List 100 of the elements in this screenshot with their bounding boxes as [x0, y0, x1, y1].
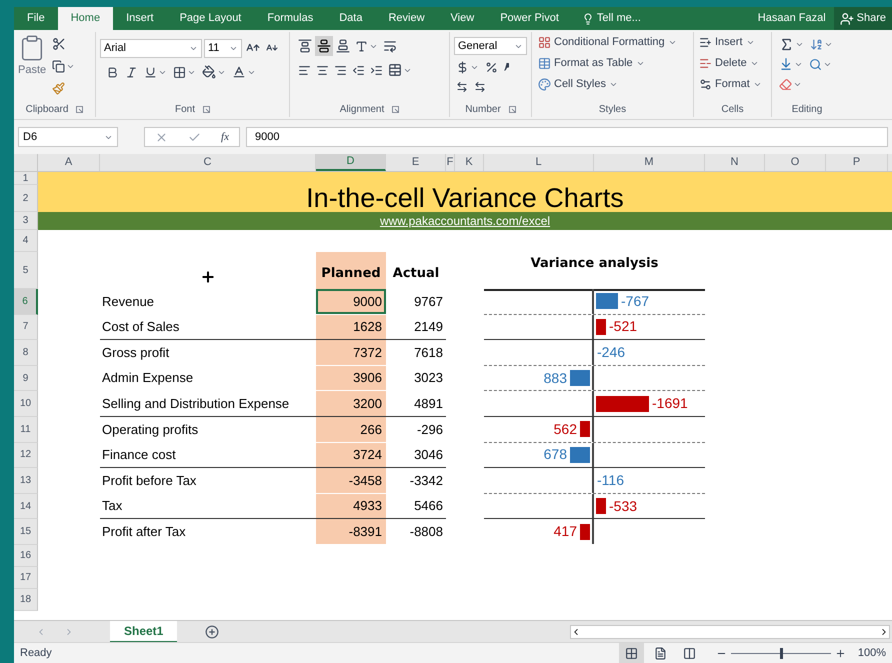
dropdown-caret-icon[interactable]: [750, 59, 759, 68]
line-item-label: Gross profit: [102, 344, 170, 362]
row-header[interactable]: 9: [14, 366, 38, 392]
column-header[interactable]: P: [826, 154, 888, 171]
ribbon-group-label: Number: [465, 102, 501, 116]
column-header[interactable]: F: [446, 154, 455, 171]
dialog-launcher-icon[interactable]: [508, 106, 516, 112]
ribbon-tab[interactable]: Review: [375, 7, 438, 30]
row-header[interactable]: 11: [14, 416, 38, 443]
tell-me-search[interactable]: Tell me...: [572, 7, 651, 30]
name-box[interactable]: D6: [18, 127, 118, 147]
zoom-slider[interactable]: [730, 647, 831, 659]
row-header[interactable]: 12: [14, 442, 38, 468]
row-header[interactable]: 14: [14, 494, 38, 520]
row-header[interactable]: 10: [14, 391, 38, 417]
cursor-icon: [200, 269, 216, 285]
cells-menu-button[interactable]: Insert: [699, 32, 766, 53]
planned-cell[interactable]: 3906: [316, 366, 386, 390]
line-item-label: Finance cost: [102, 446, 176, 464]
column-header[interactable]: A: [38, 154, 100, 171]
column-heading: Actual: [392, 264, 440, 282]
actual-cell-text: 9767: [413, 292, 444, 311]
column-header[interactable]: M: [594, 154, 705, 171]
status-text: Ready: [20, 646, 52, 661]
check-icon[interactable]: [188, 130, 202, 144]
dialog-launcher-icon[interactable]: [76, 106, 84, 112]
planned-cell[interactable]: 7372: [316, 340, 386, 365]
row-header[interactable]: 15: [14, 519, 38, 545]
dialog-launcher-icon[interactable]: [392, 106, 400, 112]
horizontal-scrollbar[interactable]: [570, 624, 890, 638]
row-header[interactable]: 3: [14, 212, 38, 230]
planned-cell[interactable]: -3458: [316, 468, 386, 493]
paste-button[interactable]: Paste: [18, 32, 46, 98]
styles-menu-button[interactable]: Cell Styles: [538, 74, 687, 95]
row-header[interactable]: 1: [14, 172, 38, 185]
zoom-percentage[interactable]: 100%: [858, 644, 886, 662]
dropdown-caret-icon[interactable]: [746, 38, 755, 47]
table-icon: [538, 57, 551, 70]
actual-cell-text: 4891: [413, 394, 444, 413]
planned-cell[interactable]: 3724: [316, 442, 386, 468]
sheet-tab[interactable]: Sheet1: [110, 620, 178, 642]
font-size-field[interactable]: 11: [204, 38, 242, 58]
cancel-icon[interactable]: [155, 130, 168, 144]
row-header[interactable]: 16: [14, 544, 38, 567]
formula-input[interactable]: 9000: [246, 127, 888, 147]
ribbon-group-label: Styles: [598, 102, 626, 116]
styles-menu-button[interactable]: Format as Table: [538, 53, 687, 74]
planned-cell[interactable]: 266: [316, 416, 386, 442]
ribbon-tab[interactable]: Formulas: [254, 7, 326, 30]
row-header[interactable]: 13: [14, 468, 38, 494]
dropdown-caret-icon[interactable]: [636, 59, 645, 68]
styles-menu-button[interactable]: Conditional Formatting: [538, 32, 687, 53]
variance-value: -246: [597, 342, 626, 362]
ribbon-tab[interactable]: Insert: [113, 7, 167, 30]
dropdown-caret-icon[interactable]: [752, 80, 762, 89]
planned-cell[interactable]: 3200: [316, 391, 386, 416]
actual-cell-text: 3046: [413, 446, 444, 464]
row-header[interactable]: 5: [14, 252, 38, 289]
column-header[interactable]: K: [455, 154, 484, 171]
ribbon-group-label: Alignment: [340, 102, 384, 116]
share-button[interactable]: Share: [834, 7, 892, 30]
middle-align-button[interactable]: [315, 36, 333, 56]
ribbon-tab[interactable]: Page Layout: [166, 7, 254, 30]
planned-cell[interactable]: 9000: [316, 289, 386, 314]
dialog-launcher-icon[interactable]: [203, 106, 210, 112]
font-name-field[interactable]: Arial: [100, 38, 202, 58]
column-header[interactable]: N: [705, 154, 765, 171]
planned-cell[interactable]: -8391: [316, 519, 386, 544]
add-sheet-icon[interactable]: [205, 624, 220, 638]
insert-function-button[interactable]: fx: [221, 128, 229, 146]
line-item-label: Profit before Tax: [102, 472, 196, 490]
column-header[interactable]: L: [484, 154, 594, 171]
cells-menu-button[interactable]: Format: [699, 74, 766, 95]
dropdown-caret-icon[interactable]: [668, 38, 677, 47]
ribbon-tab[interactable]: Home: [58, 7, 114, 30]
row-header[interactable]: 2: [14, 185, 38, 212]
column-header[interactable]: O: [765, 154, 826, 171]
ribbon-tab[interactable]: File: [14, 7, 58, 30]
ribbon-tab[interactable]: Data: [326, 7, 376, 30]
row-header[interactable]: 7: [14, 314, 38, 340]
ribbon-tab[interactable]: Power Pivot: [487, 7, 572, 30]
zoom-in-icon[interactable]: [834, 648, 846, 658]
fill-down-icon: [779, 57, 793, 71]
zoom-slider-thumb[interactable]: [780, 648, 783, 658]
normal-view-button[interactable]: [618, 643, 644, 663]
planned-cell[interactable]: 1628: [316, 314, 386, 340]
row-header[interactable]: 4: [14, 230, 38, 252]
ribbon-tab[interactable]: View: [438, 7, 488, 30]
dropdown-caret-icon[interactable]: [608, 80, 618, 89]
paint-bucket-icon: [202, 65, 216, 79]
website-link[interactable]: www.pakaccountants.com/excel: [380, 212, 550, 230]
column-header[interactable]: D: [316, 154, 386, 171]
row-header[interactable]: 17: [14, 566, 38, 589]
planned-cell[interactable]: 4933: [316, 494, 386, 518]
cells-menu-button[interactable]: Delete: [699, 53, 766, 74]
row-header[interactable]: 18: [14, 588, 38, 611]
row-header[interactable]: 8: [14, 340, 38, 366]
column-header[interactable]: E: [386, 154, 446, 171]
number-format-field[interactable]: General: [454, 37, 527, 55]
row-header[interactable]: 6: [14, 289, 38, 315]
